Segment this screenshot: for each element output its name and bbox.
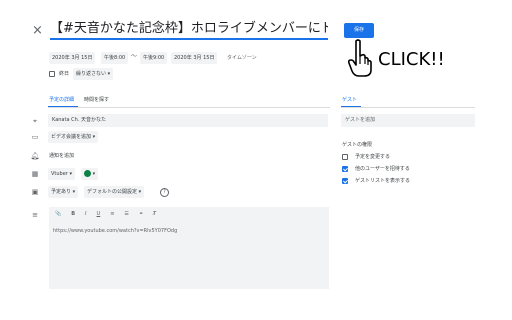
chevron-down-icon: ▾ [69, 171, 72, 177]
close-icon[interactable]: × [32, 24, 43, 38]
description-text[interactable]: https://www.youtube.com/watch?v=Rlv5Y07F… [53, 227, 177, 235]
calendar-select[interactable]: Vtuber ▾ [48, 168, 75, 180]
chevron-down-icon: ▾ [107, 71, 111, 77]
modify-event-checkbox[interactable] [342, 154, 348, 160]
bold-icon[interactable]: B [71, 211, 75, 217]
guest-permissions-title: ゲストの権限 [342, 142, 373, 148]
location-icon: ⌖ [33, 117, 37, 125]
visibility-select[interactable]: デフォルトの公開設定 ▾ [84, 186, 145, 198]
allday-label: 終日 [59, 71, 70, 77]
repeat-dropdown[interactable]: 繰り返さない ▾ [73, 68, 114, 80]
clear-format-icon[interactable]: T̸ [153, 211, 156, 217]
invite-others-label: 他のユーザーを招待する [355, 166, 410, 172]
add-notification-link[interactable]: 通知を追加 [49, 152, 74, 160]
location-input[interactable]: Kanata Ch. 天音かなた [48, 114, 328, 127]
calendar-label: Vtuber [51, 171, 68, 177]
chevron-down-icon: ▾ [92, 134, 96, 140]
event-title-input[interactable]: 【#天音かなた記念枠】ホロライブメンバーにドッキリ [50, 20, 328, 40]
description-icon: ≡ [32, 211, 38, 219]
attachment-icon[interactable]: 📎 [55, 211, 61, 217]
timezone-link[interactable]: タイムゾーン [227, 54, 257, 62]
see-guest-list-label: ゲストリストを表示する [355, 178, 411, 184]
formatting-toolbar: 📎 B I U ≡ ☰ ⚭ T̸ [55, 211, 156, 217]
bell-icon: 🔔︎ [30, 152, 40, 160]
start-date-field[interactable]: 2020年 3月 15日 [49, 52, 96, 64]
allday-checkbox[interactable] [49, 71, 55, 77]
pointing-hand-icon [347, 39, 372, 77]
save-button[interactable]: 保存 [344, 23, 374, 38]
add-conference-button[interactable]: ビデオ会議を追加 ▾ [48, 131, 99, 143]
color-dot-icon [84, 170, 91, 177]
end-time-field[interactable]: 午後9:00 [140, 52, 168, 64]
bulleted-list-icon[interactable]: ☰ [124, 211, 128, 217]
calendar-icon: ▦ [31, 170, 39, 178]
add-conference-label: ビデオ会議を追加 [51, 134, 92, 140]
datetime-separator: 〜 [131, 53, 138, 60]
end-date-field[interactable]: 2020年 3月 15日 [171, 52, 218, 64]
description-editor[interactable]: 📎 B I U ≡ ☰ ⚭ T̸ https://www.youtube.com… [49, 207, 329, 289]
invite-others-checkbox[interactable] [342, 166, 348, 172]
briefcase-icon: ▣ [31, 188, 39, 196]
help-icon[interactable]: ? [160, 188, 169, 197]
underline-icon[interactable]: U [97, 211, 101, 217]
guests-divider [341, 107, 475, 108]
tabs-divider [48, 107, 330, 108]
see-guest-list-checkbox[interactable] [342, 178, 348, 184]
modify-event-label: 予定を変更する [355, 154, 391, 160]
start-time-field[interactable]: 午後8:00 [101, 52, 129, 64]
link-icon[interactable]: ⚭ [139, 211, 143, 217]
visibility-label: デフォルトの公開設定 [87, 189, 138, 195]
video-camera-icon: ▭ [31, 133, 39, 141]
add-guest-input[interactable]: ゲストを追加 [341, 114, 475, 127]
availability-select[interactable]: 予定あり ▾ [48, 186, 79, 198]
chevron-down-icon: ▾ [72, 189, 76, 195]
tab-event-details[interactable]: 予定の詳細 [49, 96, 74, 104]
repeat-label: 繰り返さない [76, 71, 107, 77]
tab-find-time[interactable]: 時間を探す [84, 96, 109, 104]
click-overlay-text: CLICK!! [378, 49, 445, 70]
chevron-down-icon: ▾ [92, 171, 96, 177]
numbered-list-icon[interactable]: ≡ [110, 211, 114, 217]
tab-guests[interactable]: ゲスト [342, 96, 357, 104]
italic-icon[interactable]: I [85, 211, 86, 217]
availability-label: 予定あり [51, 189, 72, 195]
calendar-color-select[interactable]: ▾ [81, 168, 99, 180]
chevron-down-icon: ▾ [138, 189, 142, 195]
